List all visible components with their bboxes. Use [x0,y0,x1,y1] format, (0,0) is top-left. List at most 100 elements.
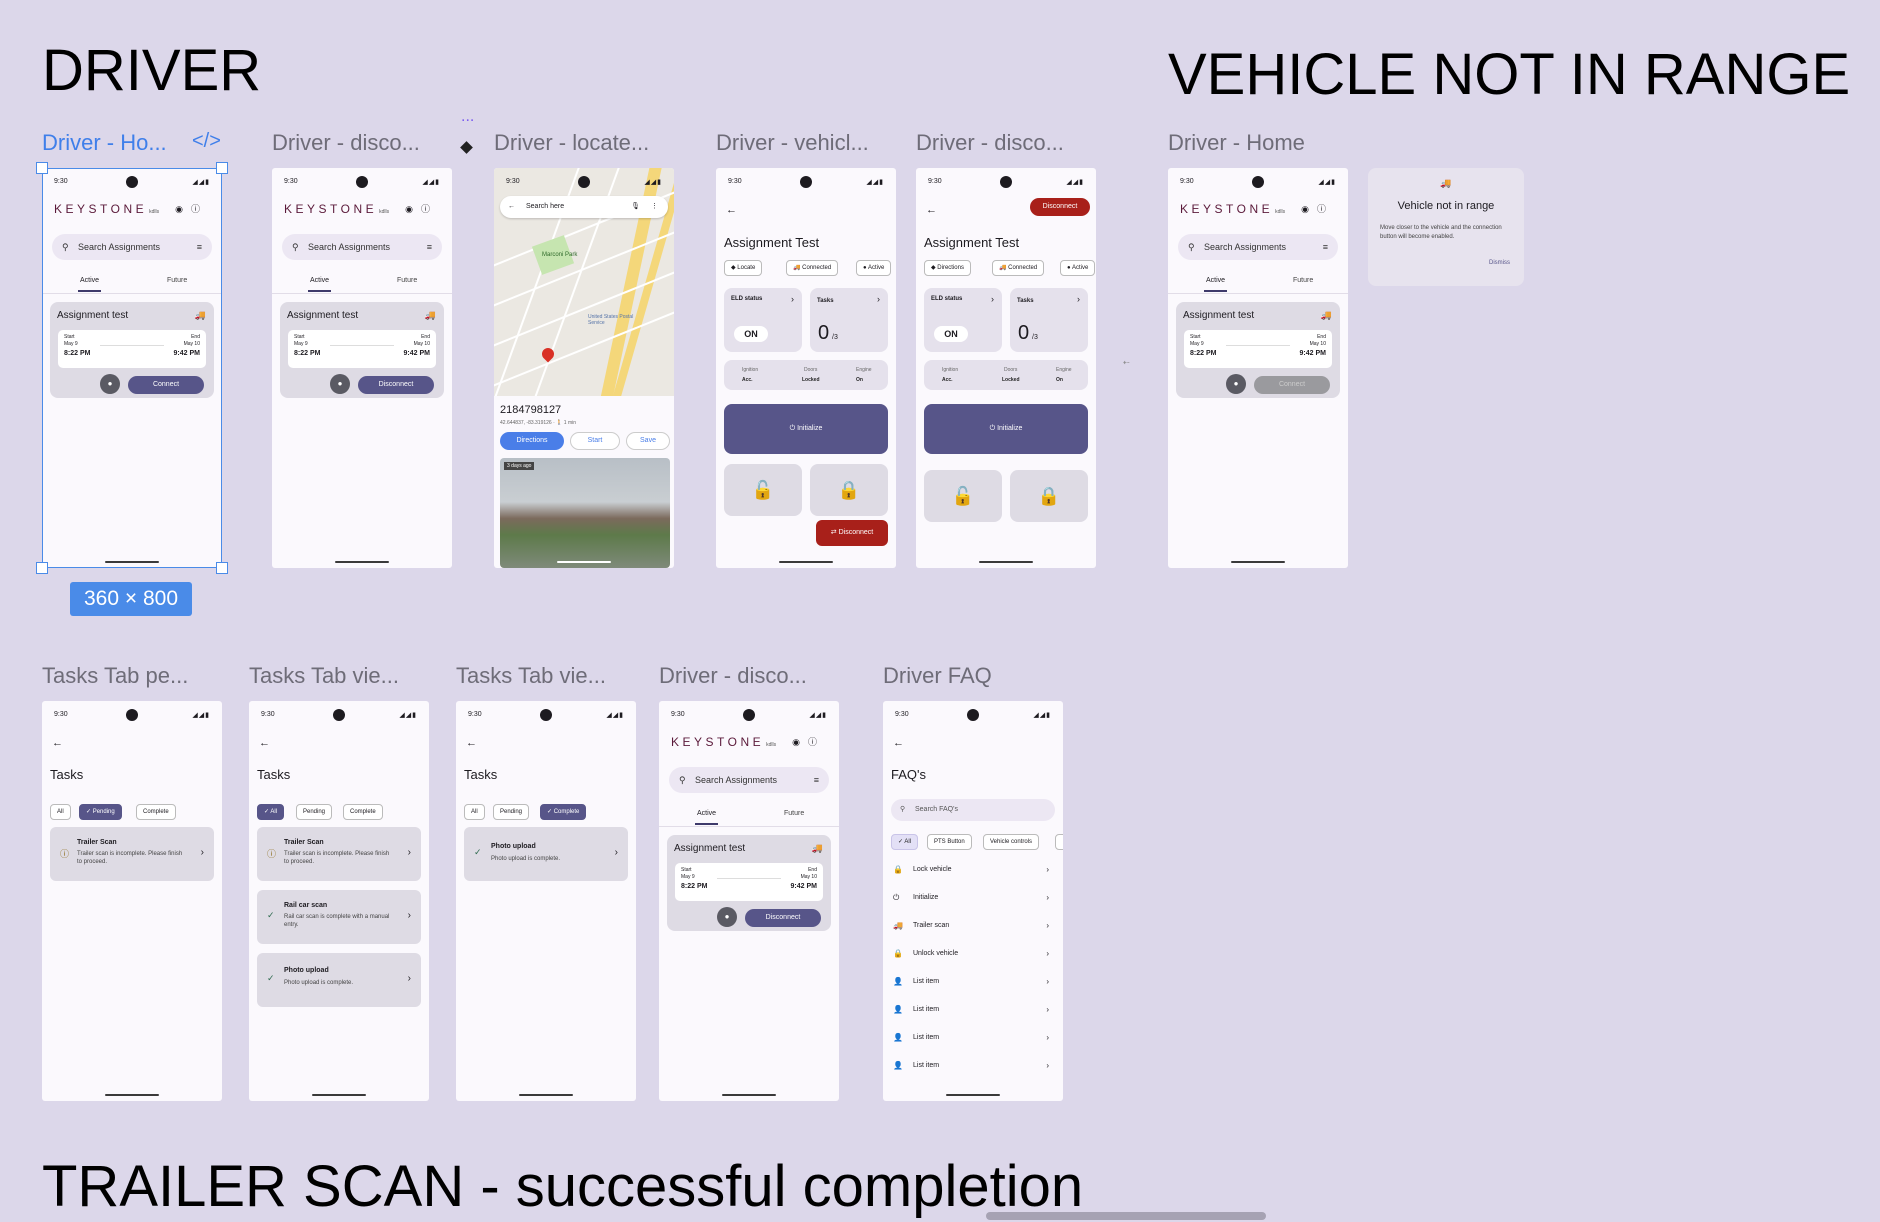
frame-label-driver-disconnect[interactable]: Driver - disco... [272,130,420,156]
back-arrow-icon[interactable]: ← [466,737,477,749]
chip-active[interactable]: ● Active [1060,260,1096,276]
faq-item-initialize[interactable]: ⏻ Initialize › [893,893,1049,907]
faq-item-list[interactable]: 👤 List item › [893,1061,1049,1075]
account-icon[interactable]: ◉ [405,204,421,214]
frame-label-driver-disconnect-2[interactable]: Driver - disco... [916,130,1064,156]
disconnect-pill-button[interactable]: Disconnect [1030,198,1090,216]
locate-pin-icon[interactable]: ● [330,374,350,394]
frame-label-tasks-view[interactable]: Tasks Tab vie... [249,663,399,689]
task-card-photo-upload[interactable]: ✓ Photo upload Photo upload is complete.… [257,953,421,1007]
assignment-card[interactable]: Assignment test 🚚 Start May 9 8:22 PM En… [1176,302,1340,398]
frame-label-driver-locate[interactable]: Driver - locate... [494,130,649,156]
phone-driver-home-not-in-range[interactable]: 9:30 ◢◢▮ KEYSTONE kdlls ◉ⓘ ⚲ Search Assignm… [1168,168,1348,568]
frame-label-tasks-pending[interactable]: Tasks Tab pe... [42,663,188,689]
frame-label-tasks-view-2[interactable]: Tasks Tab vie... [456,663,606,689]
help-icon[interactable]: ⓘ [808,737,825,747]
initialize-button[interactable]: ⏻ Initialize [924,404,1088,454]
back-arrow-icon[interactable]: ← [52,737,63,749]
mic-icon[interactable]: 🎙 [631,196,640,218]
task-card-photo-upload[interactable]: ✓ Photo upload Photo upload is complete.… [464,827,628,881]
chip-pts-button[interactable]: PTS Button [927,834,972,850]
locate-pin-icon[interactable]: ● [1226,374,1246,394]
faq-search-input[interactable]: ⚲ Search FAQ's [891,799,1055,821]
street-view-photo[interactable]: 3 days ago [500,458,670,568]
dismiss-button[interactable]: Dismiss [1489,260,1510,266]
more-icon[interactable]: ⋮ [651,196,658,218]
chip-all[interactable]: All [50,804,71,820]
frame-label-driver-disconnect-3[interactable]: Driver - disco... [659,663,807,689]
back-arrow-icon[interactable]: ← [726,204,737,216]
phone-driver-locate[interactable]: Marconi Park United States Postal Servic… [494,168,674,568]
tab-future[interactable]: Future [1293,277,1313,284]
search-input[interactable]: ⚲ Search Assignments ≡ [669,767,829,793]
chip-vehicle-controls[interactable]: Vehicle controls [983,834,1040,850]
phone-driver-disconnect-home[interactable]: 9:30 ◢◢▮ KEYSTONE kdlls ◉ⓘ ⚲ Search Assignm… [659,701,839,1101]
filter-icon[interactable]: ≡ [1323,234,1328,260]
frame-label-driver-vehicle[interactable]: Driver - vehicl... [716,130,869,156]
tab-active[interactable]: Active [694,810,719,825]
chip-all[interactable]: All [464,804,485,820]
task-card-rail-car-scan[interactable]: ✓ Rail car scan Rail car scan is complet… [257,890,421,944]
selection-handle-br[interactable] [216,562,228,574]
faq-item-list[interactable]: 👤 List item › [893,1033,1049,1047]
disconnect-button[interactable]: Disconnect [745,909,821,927]
back-arrow-icon[interactable]: ← [926,204,937,216]
chip-pending[interactable]: Pending [296,804,333,820]
frame-label-driver-faq[interactable]: Driver FAQ [883,663,992,689]
phone-tasks-complete[interactable]: 9:30 ◢◢▮ ← Tasks All Pending ✓ Complete ✓… [456,701,636,1101]
search-input[interactable]: ⚲ Search Assignments ≡ [1178,234,1338,260]
back-arrow-icon[interactable]: ← [259,737,270,749]
more-dots-icon[interactable]: ... [461,108,474,126]
chip-overflow[interactable] [1055,834,1063,850]
selection-handle-tl[interactable] [36,162,48,174]
frame-label-driver-home-2[interactable]: Driver - Home [1168,130,1305,156]
task-card-trailer-scan[interactable]: ⓘ Trailer Scan Trailer scan is incomplet… [50,827,214,881]
back-arrow-icon[interactable]: ← [508,196,515,218]
selection-handle-tr[interactable] [216,162,228,174]
account-icon[interactable]: ◉ [792,737,808,747]
tab-future[interactable]: Future [397,277,417,284]
faq-item-lock-vehicle[interactable]: 🔒 Lock vehicle › [893,865,1049,879]
chip-pending[interactable]: Pending [493,804,530,820]
locate-pin-icon[interactable]: ● [717,907,737,927]
chip-all[interactable]: ✓ All [891,834,919,850]
chip-connected[interactable]: 🚚 Connected [786,260,839,276]
phone-tasks-all[interactable]: 9:30 ◢◢▮ ← Tasks ✓ All Pending Complete ⓘ… [249,701,429,1101]
task-card-trailer-scan[interactable]: ⓘ Trailer Scan Trailer scan is incomplet… [257,827,421,881]
phone-tasks-pending[interactable]: 9:30 ◢◢▮ ← Tasks All ✓ Pending Complete ⓘ… [42,701,222,1101]
chip-active[interactable]: ● Active [856,260,892,276]
tasks-card[interactable]: Tasks › 0 /3 [1010,288,1088,352]
faq-item-trailer-scan[interactable]: 🚚 Trailer scan › [893,921,1049,935]
phone-driver-disconnect-vehicle[interactable]: 9:30 ◢◢▮ ← Disconnect Assignment Test ◆ D… [916,168,1096,568]
tasks-card[interactable]: Tasks › 0 /3 [810,288,888,352]
code-icon[interactable]: </> [192,130,221,153]
back-arrow-icon[interactable]: ← [893,737,904,749]
map-search-bar[interactable]: ← Search here 🎙 ⋮ [500,196,668,218]
horizontal-scrollbar[interactable] [986,1212,1266,1220]
faq-item-list[interactable]: 👤 List item › [893,1005,1049,1019]
faq-item-unlock-vehicle[interactable]: 🔒 Unlock vehicle › [893,949,1049,963]
phone-driver-faq[interactable]: 9:30 ◢◢▮ ← FAQ's ⚲ Search FAQ's ✓ All PTS … [883,701,1063,1101]
save-button[interactable]: Save [626,432,670,450]
lock-button[interactable]: 🔒 [1010,470,1088,522]
phone-driver-vehicle[interactable]: 9:30 ◢◢▮ ← Assignment Test ◆ Locate 🚚 Con… [716,168,896,568]
disconnect-fab[interactable]: ⇄ Disconnect [816,520,888,546]
tab-active[interactable]: Active [307,277,332,292]
chip-complete[interactable]: Complete [343,804,383,820]
phone-driver-disconnect[interactable]: 9:30 ◢◢▮ KEYSTONE kdlls ◉ⓘ ⚲ Search Assignm… [272,168,452,568]
assignment-card[interactable]: Assignment test 🚚 Start May 9 8:22 PM En… [667,835,831,931]
help-icon[interactable]: ⓘ [421,204,438,214]
filter-icon[interactable]: ≡ [427,234,432,260]
account-icon[interactable]: ◉ [1301,204,1317,214]
faq-item-list[interactable]: 👤 List item › [893,977,1049,991]
chip-all[interactable]: ✓ All [257,804,285,820]
search-input[interactable]: ⚲ Search Assignments ≡ [282,234,442,260]
initialize-button[interactable]: ⏻ Initialize [724,404,888,454]
eld-status-card[interactable]: ELD status › ON [724,288,802,352]
unlock-button[interactable]: 🔓 [924,470,1002,522]
chip-pending[interactable]: ✓ Pending [79,804,122,820]
frame-label-driver-home[interactable]: Driver - Ho... [42,130,167,156]
tab-active[interactable]: Active [1203,277,1228,292]
chip-complete[interactable]: Complete [136,804,176,820]
filter-icon[interactable]: ≡ [814,767,819,793]
